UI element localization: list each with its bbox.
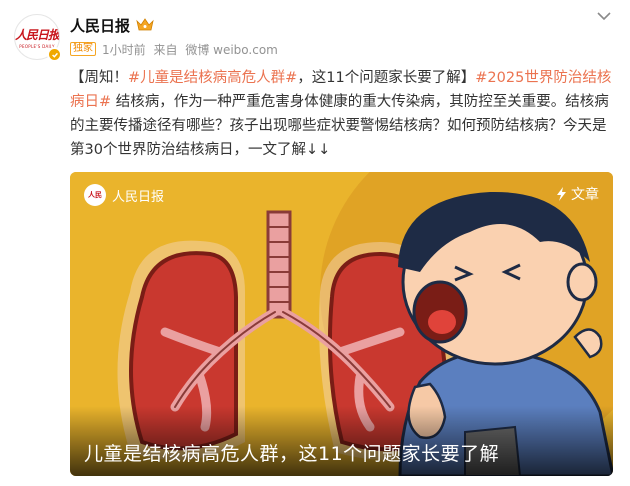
article-source-name: 人民日报 xyxy=(112,189,165,205)
post-body: 结核病，作为一种严重危害身体健康的重大传染病，其防控至关重要。结核病的主要传播途… xyxy=(70,94,609,158)
post-title-end: ，这11个问题家长要了解】 xyxy=(297,70,476,86)
post-time[interactable]: 1小时前 xyxy=(102,41,146,58)
article-kind: 文章 xyxy=(556,184,599,204)
exclusive-badge: 独家 xyxy=(70,42,96,56)
avatar-logo-text: 人民日报 xyxy=(15,27,60,42)
crown-icon xyxy=(136,18,154,31)
verified-badge-icon xyxy=(47,47,62,62)
topic-tag-children-tb[interactable]: #儿童是结核病高危人群# xyxy=(128,70,297,86)
account-name-row: 人民日报 xyxy=(70,14,154,36)
source-logo-text: 人民 xyxy=(88,190,102,199)
lightning-icon xyxy=(557,187,566,201)
article-source: 人民 人民日报 xyxy=(84,184,164,206)
source-logo-icon: 人民 xyxy=(84,184,106,206)
post-meta: 独家 1小时前 来自 微博 weibo.com xyxy=(70,41,278,57)
meta-separator xyxy=(179,42,183,56)
article-card[interactable]: 人民 人民日报 文章 儿童是结核病高危人群，这11个问题家长要了解 xyxy=(70,172,613,476)
weibo-post-card: 人民日报 PEOPLE'S DAILY 人民日报 独家 1小时前 来自 微博 w… xyxy=(0,0,630,486)
chevron-down-icon[interactable] xyxy=(596,10,612,22)
post-source: 微博 weibo.com xyxy=(185,42,278,57)
post-text: 【周知！#儿童是结核病高危人群#，这11个问题家长要了解】#2025世界防治结核… xyxy=(70,66,615,162)
account-name[interactable]: 人民日报 xyxy=(70,15,130,36)
source-prefix: 来自 xyxy=(153,42,178,57)
article-caption[interactable]: 儿童是结核病高危人群，这11个问题家长要了解 xyxy=(84,439,499,466)
meta-separator xyxy=(148,42,152,56)
article-kind-label: 文章 xyxy=(571,187,599,203)
avatar[interactable]: 人民日报 PEOPLE'S DAILY xyxy=(14,14,62,62)
post-prefix: 【周知！ xyxy=(70,70,128,86)
